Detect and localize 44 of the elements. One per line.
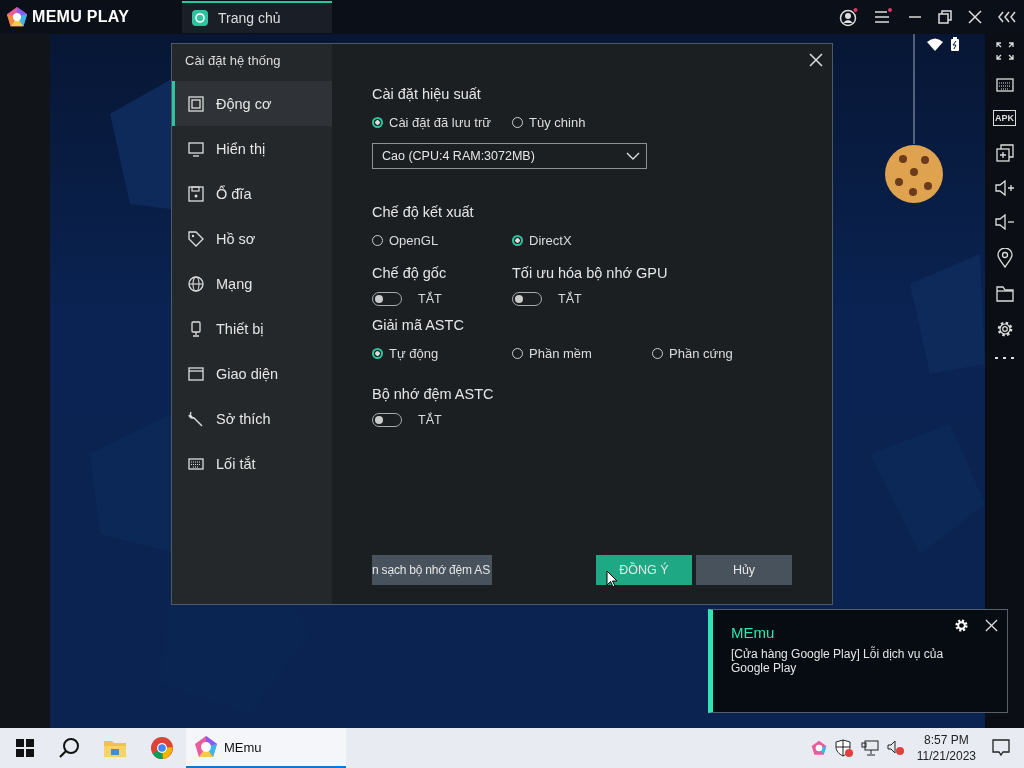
toggle-state: TẮT xyxy=(418,292,442,306)
radio-option[interactable]: OpenGL xyxy=(372,230,512,250)
home-tab[interactable]: Trang chủ xyxy=(182,1,332,33)
cancel-button[interactable]: Hủy xyxy=(696,555,792,585)
option-label: Phần cứng xyxy=(669,345,733,361)
option-label: Tùy chinh xyxy=(529,114,586,130)
radio-option[interactable]: Tùy chinh xyxy=(512,112,652,132)
sidebar-item[interactable]: Sở thích xyxy=(172,396,332,441)
sidebar-item[interactable]: Thiết bị xyxy=(172,306,332,351)
toggle-state: TẮT xyxy=(418,413,442,427)
sidebar-item[interactable]: Hiển thị xyxy=(172,126,332,171)
sidebar-item[interactable]: Ổ đĩa xyxy=(172,171,332,216)
radio-option[interactable]: Phần mềm xyxy=(512,343,652,363)
sidebar-item[interactable]: Hồ sơ xyxy=(172,216,332,261)
section-title: Bộ nhớ đệm ASTC xyxy=(372,386,495,404)
radio-option[interactable]: Phần cứng xyxy=(652,343,792,363)
preset-dropdown[interactable]: Cao (CPU:4 RAM:3072MB) xyxy=(372,143,647,169)
sidebar-item[interactable]: Lối tắt xyxy=(172,441,332,486)
notification-message: [Cửa hàng Google Play] Lỗi dịch vụ của Google Play xyxy=(731,647,945,675)
sidebar-item[interactable]: Động cơ xyxy=(172,81,332,126)
section-title: Chế độ gốc xyxy=(372,265,448,283)
option-label: Phần mềm xyxy=(529,345,592,361)
apk-install-button[interactable]: APK xyxy=(993,110,1016,126)
option-label: OpenGL xyxy=(389,232,439,248)
dialog-title: Cài đặt hệ thống xyxy=(184,52,282,70)
section-title: Cài đặt hiệu suất xyxy=(372,86,482,104)
section-title: Chế độ kết xuất xyxy=(372,204,475,222)
app-logo: MEMU PLAY xyxy=(32,8,130,26)
section-title: Giải mã ASTC xyxy=(372,317,465,335)
notification-title: MEmu xyxy=(731,624,775,641)
clock-time: 8:57 PM xyxy=(924,732,969,748)
sidebar-item[interactable]: Mạng xyxy=(172,261,332,306)
toggle-state: TẮT xyxy=(558,292,582,306)
section-title: Tối ưu hóa bộ nhớ GPU xyxy=(512,265,668,283)
clock-date: 11/21/2023 xyxy=(916,748,976,764)
taskbar-app[interactable]: MEmu xyxy=(186,728,346,768)
option-label: Cài đặt đã lưu trữ xyxy=(389,114,491,130)
radio-option[interactable]: Cài đặt đã lưu trữ xyxy=(372,112,512,132)
radio-option[interactable]: Tự động xyxy=(372,343,512,363)
option-label: DirectX xyxy=(529,232,572,248)
radio-option[interactable]: DirectX xyxy=(512,230,652,250)
option-label: Tự động xyxy=(389,345,439,361)
clear-cache-button[interactable]: n sạch bộ nhớ đệm AS xyxy=(372,555,492,585)
sidebar-item[interactable]: Giao diện xyxy=(172,351,332,396)
